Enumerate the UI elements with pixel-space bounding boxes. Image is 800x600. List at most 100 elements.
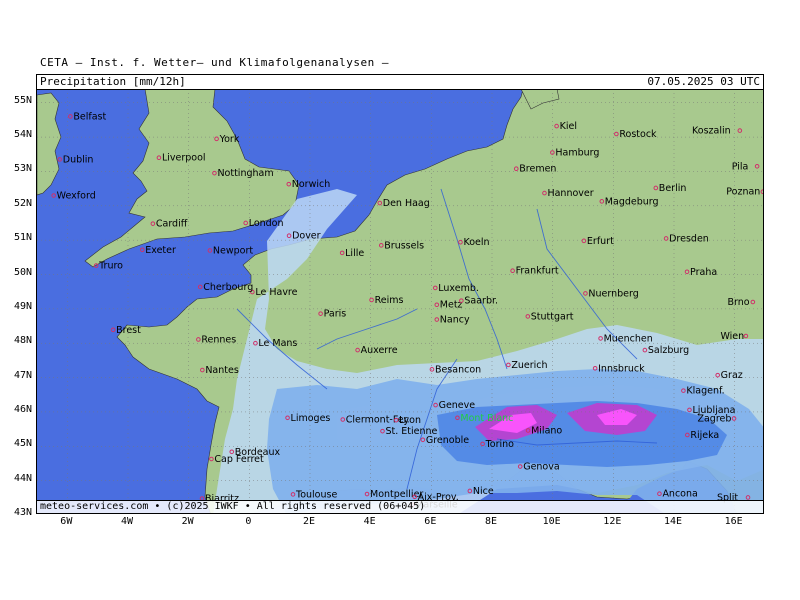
city-label: Brest (116, 325, 141, 336)
city-label: Saarbr. (464, 296, 498, 307)
lon-tick-label: 10E (542, 516, 561, 527)
city-label: Toulouse (295, 489, 337, 500)
city-label: Mont Blanc (460, 413, 513, 424)
lon-tick-label: 8E (484, 516, 498, 527)
city-label: Nancy (440, 315, 470, 326)
city-label: Nottingham (217, 168, 273, 179)
city-label: Frankfurt (516, 266, 559, 277)
lat-tick-label: 45N (13, 438, 32, 450)
lon-tick-label: 14E (663, 516, 683, 527)
lon-tick-label: 12E (603, 516, 622, 527)
lat-tick-label: 50N (13, 266, 32, 278)
city-label: Brussels (384, 240, 424, 251)
city-label: Rennes (201, 334, 236, 345)
city-label: Grenoble (426, 435, 469, 446)
city-label: Muenchen (604, 333, 653, 344)
city-label: Newport (213, 245, 253, 256)
lon-tick-label: 2W (181, 516, 194, 527)
lon-tick-label: 6E (424, 516, 437, 527)
map-footer: meteo-services.com • (c)2025 IWKF • All … (37, 500, 763, 513)
city-label: Genova (523, 462, 559, 473)
city-label: Erfurt (587, 236, 614, 247)
city-label: Berlin (659, 183, 687, 194)
city-label: Rijeka (690, 430, 719, 441)
lat-tick-label: 44N (13, 472, 32, 484)
lon-tick-label: 2E (302, 516, 316, 527)
city-label: Geneve (439, 400, 476, 411)
lat-tick-label: 47N (13, 369, 32, 381)
city-label: Truro (98, 261, 123, 272)
lat-tick-label: 53N (13, 163, 32, 175)
city-label: Praha (690, 267, 717, 278)
city-label: Pila (732, 161, 749, 172)
map-frame: Belfast Dublin Wexford York Liverpool Notting… (36, 74, 764, 514)
city-label: Klagenf. (686, 386, 724, 397)
map-title-bar: Precipitation [mm/12h] 07.05.2025 03 UTC (37, 75, 763, 90)
city-label: Nantes (205, 365, 239, 376)
city-label: Torino (485, 439, 515, 450)
lon-tick-label: 0 (245, 516, 252, 527)
city-label: Hannover (547, 188, 593, 199)
city-label: Metz (440, 300, 463, 311)
city-label: Magdeburg (605, 196, 659, 207)
city-label: Nice (473, 486, 494, 497)
lon-tick-label: 6W (60, 516, 73, 527)
city-label: Graz (721, 370, 743, 381)
city-label: Le Havre (255, 287, 297, 298)
city-label: Stuttgart (531, 311, 574, 322)
parameter-label: Precipitation [mm/12h] (40, 75, 186, 88)
city-label: Dublin (63, 154, 94, 165)
city-label: Cap Ferret (214, 454, 264, 465)
city-label: Poznan (726, 187, 760, 198)
city-label: Ancona (662, 489, 697, 500)
lat-tick-label: 55N (13, 94, 32, 106)
city-label: Koeln (463, 237, 489, 248)
lat-tick-label: 54N (13, 129, 32, 141)
city-label: Liverpool (162, 153, 206, 164)
city-label: Limoges (291, 413, 331, 424)
city-label: Cherbourg (203, 282, 253, 293)
city-label: Lyon (399, 415, 421, 426)
valid-time: 07.05.2025 03 UTC (647, 75, 760, 88)
copyright-text: meteo-services.com • (c)2025 IWKF • All … (40, 501, 426, 512)
city-label: Rostock (619, 129, 657, 140)
city-label: Luxemb. (438, 283, 479, 294)
city-label: Auxerre (361, 345, 398, 356)
city-label: Exeter (145, 245, 176, 256)
lat-tick-label: 49N (13, 300, 32, 312)
city-label: Paris (324, 309, 347, 320)
city-label: Wien (720, 331, 744, 342)
city-label: Milano (531, 425, 562, 436)
city-label: Norwich (292, 179, 330, 190)
city-label: Cardiff (156, 219, 188, 230)
city-label: Dover (292, 231, 321, 242)
city-label: Dresden (669, 233, 709, 244)
lat-tick-label: 43N (13, 507, 32, 518)
city-label: Nuernberg (588, 288, 638, 299)
city-label: Bremen (519, 164, 556, 175)
lon-tick-label: 16E (724, 516, 743, 527)
city-label: Salzburg (648, 345, 689, 356)
lat-tick-label: 46N (13, 403, 32, 415)
city-label: Zuerich (511, 360, 547, 371)
city-label: Wexford (57, 191, 96, 202)
city-label: Koszalin (692, 126, 731, 137)
city-label: Den Haag (383, 198, 430, 209)
lon-tick-label: 4E (363, 516, 376, 527)
city-label: Innsbruck (598, 363, 645, 374)
lat-tick-label: 51N (13, 232, 32, 244)
city-label: Kiel (560, 121, 577, 132)
city-label: Hamburg (555, 148, 599, 159)
lon-tick-label: 4W (120, 516, 134, 527)
city-label: Reims (375, 295, 404, 306)
city-label: York (219, 134, 240, 145)
precipitation-map: Belfast Dublin Wexford York Liverpool Notting… (37, 89, 763, 513)
city-label: Brno (727, 297, 749, 308)
header-title: CETA — Inst. f. Wetter— und Klimafolgena… (40, 56, 390, 69)
city-label: Besancon (435, 364, 481, 375)
city-label: Zagreb (697, 413, 731, 424)
lat-tick-label: 52N (13, 197, 32, 209)
lat-tick-label: 48N (13, 335, 32, 347)
city-label: London (249, 218, 284, 229)
city-label: Belfast (73, 111, 106, 122)
